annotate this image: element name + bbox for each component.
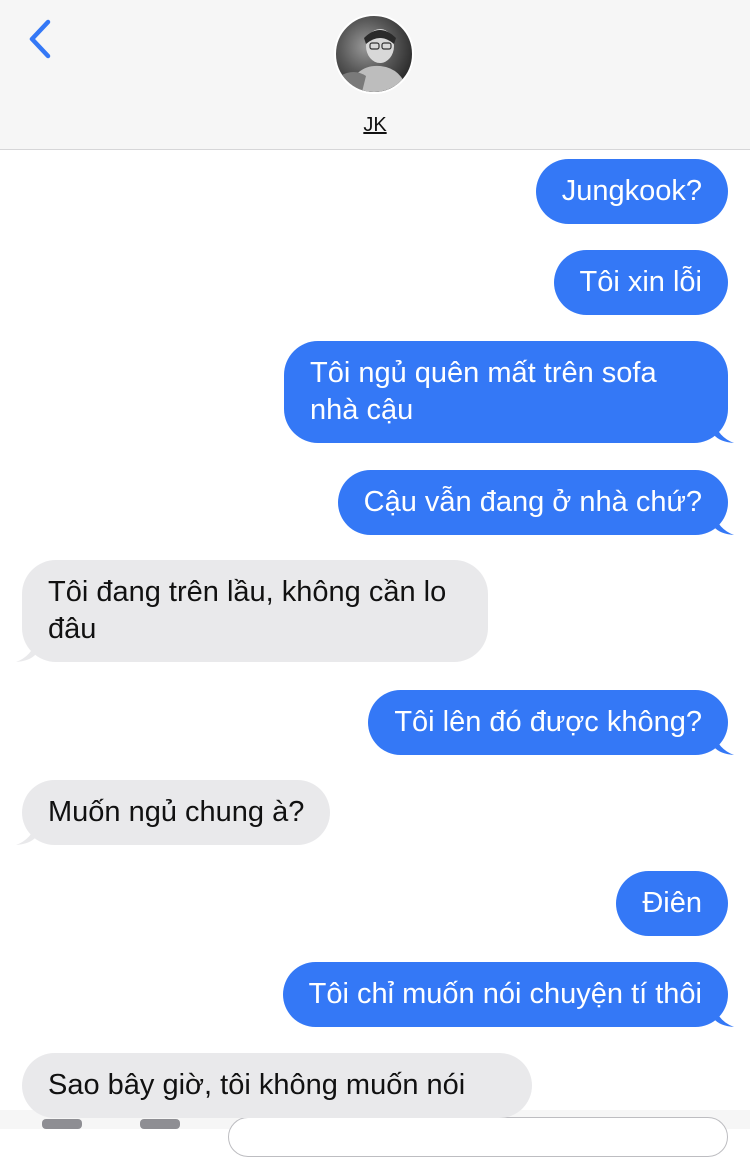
message-text: Jungkook? [535,159,728,224]
message-outgoing[interactable]: Tôi xin lỗi [553,250,728,315]
message-outgoing[interactable]: Cậu vẫn đang ở nhà chứ? [337,470,734,535]
avatar[interactable] [334,14,414,94]
message-text: Tôi lên đó được không? [368,690,728,755]
message-outgoing[interactable]: Điên [616,871,728,936]
message-outgoing[interactable]: Jungkook? [535,159,728,224]
message-input[interactable] [228,1117,728,1157]
message-text: Tôi xin lỗi [553,250,728,315]
contact-name[interactable]: JK [0,114,750,137]
message-outgoing[interactable]: Tôi chỉ muốn nói chuyện tí thôi [282,962,734,1027]
conversation-header: JK [0,0,750,150]
message-incoming[interactable]: Muốn ngủ chung à? [16,780,331,845]
message-text: Muốn ngủ chung à? [22,780,331,845]
message-incoming[interactable]: Tôi đang trên lầu, không cần lo đâu [16,560,488,662]
camera-icon[interactable] [42,1119,82,1129]
message-incoming[interactable]: Sao bây giờ, tôi không muốn nói [22,1053,532,1118]
chevron-left-icon [29,19,51,59]
message-outgoing[interactable]: Tôi ngủ quên mất trên sofa nhà cậu [284,341,734,443]
message-text: Sao bây giờ, tôi không muốn nói [22,1053,532,1118]
message-text: Tôi chỉ muốn nói chuyện tí thôi [282,962,728,1027]
apps-icon[interactable] [140,1119,180,1129]
message-text: Tôi ngủ quên mất trên sofa nhà cậu [284,341,728,443]
avatar-photo [340,29,408,92]
message-text: Cậu vẫn đang ở nhà chứ? [337,470,728,535]
message-outgoing[interactable]: Tôi lên đó được không? [368,690,734,755]
message-text: Tôi đang trên lầu, không cần lo đâu [22,560,488,662]
back-button[interactable] [22,14,58,64]
message-text: Điên [616,871,728,936]
message-thread: Jungkook? Tôi xin lỗi Tôi ngủ quên mất t… [0,150,750,1118]
